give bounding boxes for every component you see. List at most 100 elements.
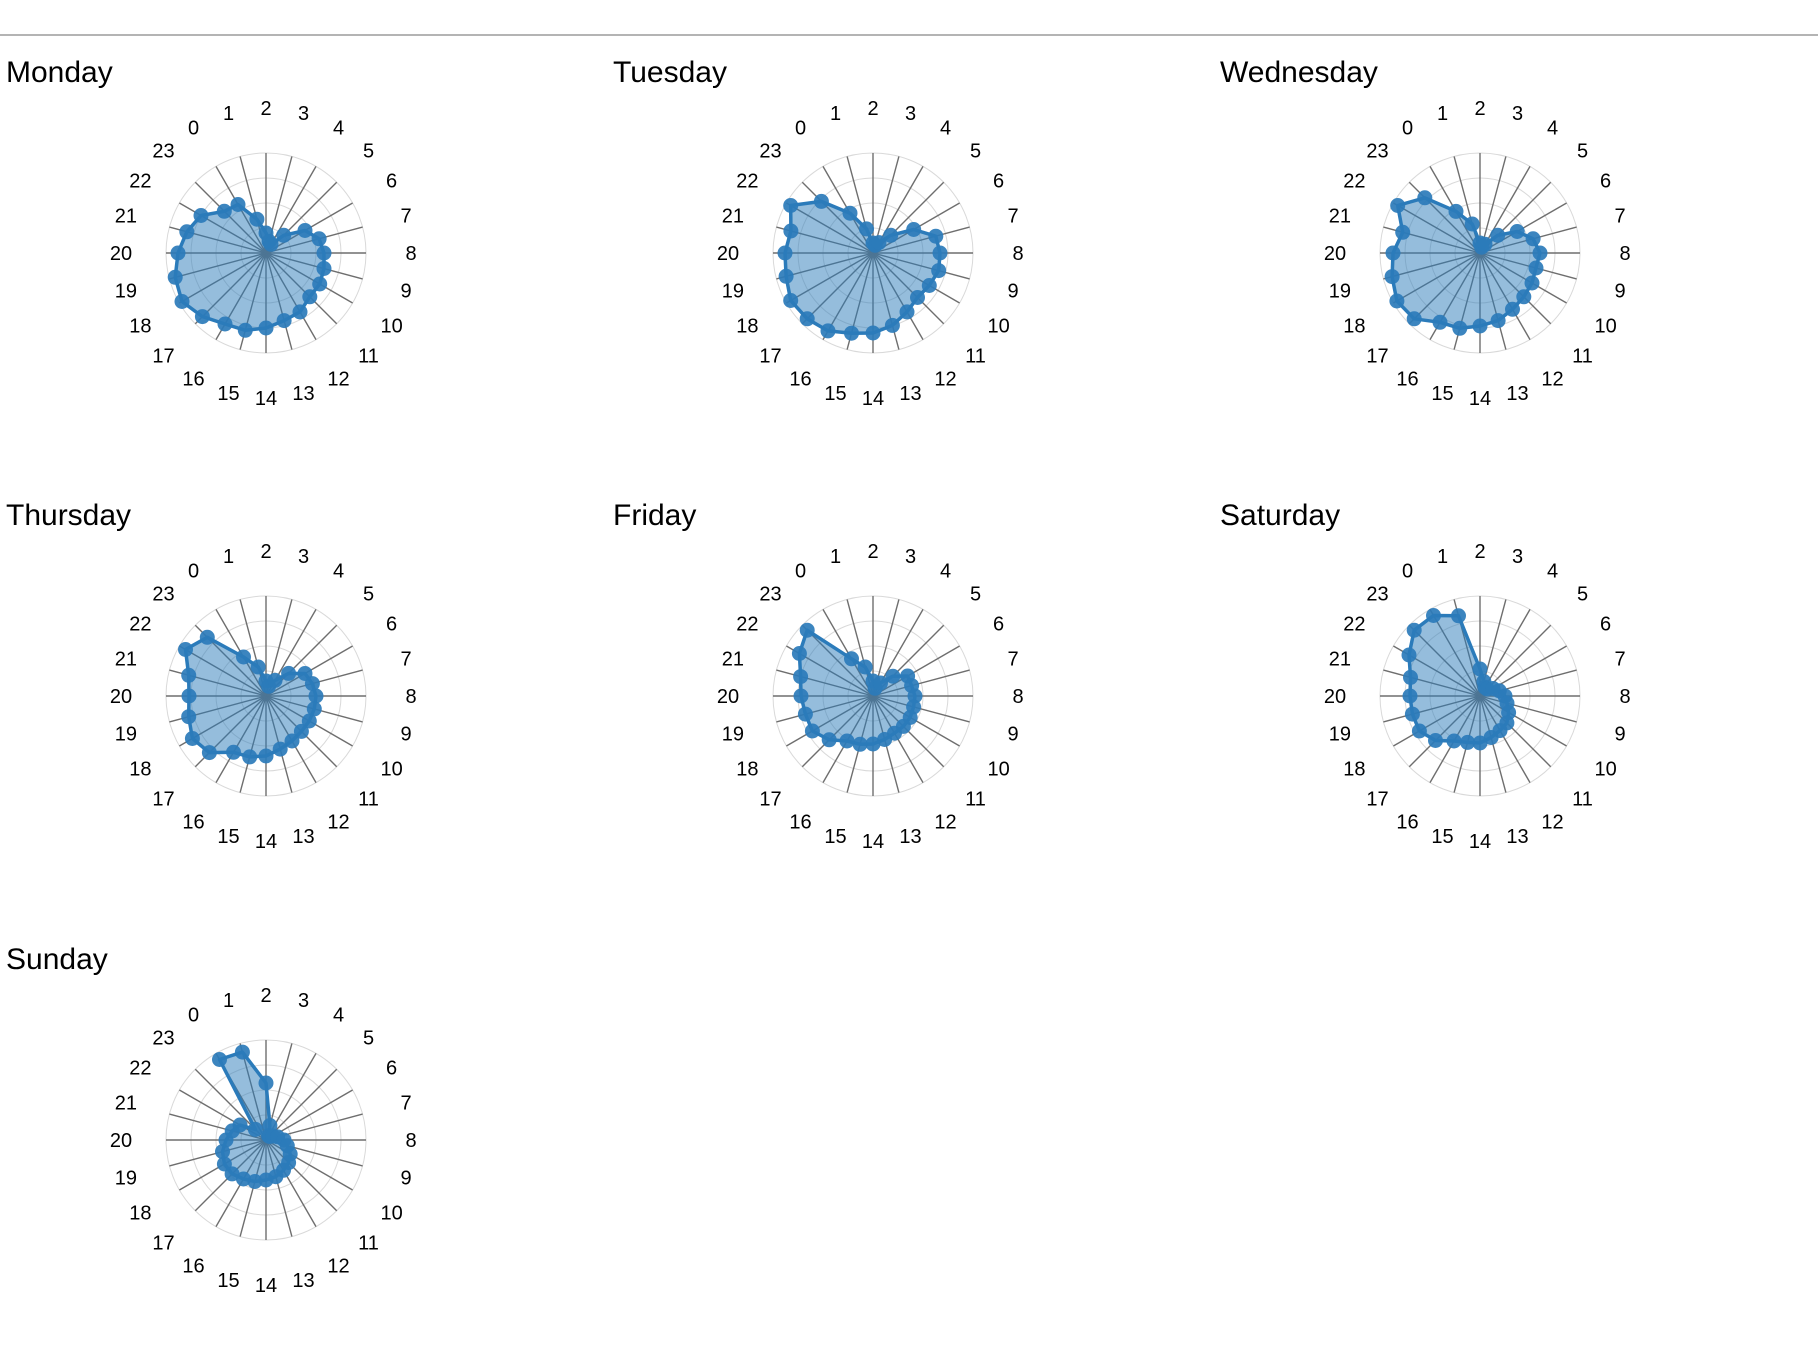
- data-point: [883, 227, 899, 243]
- data-point: [844, 651, 859, 667]
- data-point: [906, 222, 922, 237]
- hour-label: 11: [358, 1233, 379, 1255]
- data-point: [281, 665, 297, 681]
- hour-label: 17: [152, 1233, 174, 1255]
- hour-label: 15: [824, 383, 846, 405]
- hour-label: 16: [789, 369, 811, 391]
- data-point: [783, 198, 799, 213]
- hour-label: 5: [1577, 584, 1588, 606]
- data-point: [234, 1044, 250, 1060]
- data-point: [199, 629, 215, 645]
- hour-label: 9: [401, 1168, 412, 1190]
- hour-label: 1: [223, 990, 234, 1012]
- data-point: [267, 672, 283, 688]
- data-point: [839, 733, 855, 749]
- hour-label: 18: [129, 316, 151, 338]
- data-point: [804, 723, 820, 739]
- data-point: [1402, 688, 1418, 704]
- hour-label: 9: [1008, 281, 1019, 303]
- hour-label: 3: [905, 546, 916, 568]
- data-point: [899, 304, 915, 320]
- data-point: [1426, 608, 1441, 623]
- data-point: [258, 1075, 274, 1091]
- hour-label: 8: [405, 1130, 416, 1152]
- hour-label: 13: [292, 383, 314, 405]
- radar-chart-sunday: 01 2 34567891011121314151617181920212223: [110, 985, 417, 1297]
- hour-label: 5: [970, 584, 981, 606]
- panel-tuesday: Tuesday 0 1 2 3 4 5 6 7 8 9 10 11 12 13 14 15 16 17 18 19 20…: [607, 0, 1207, 420]
- hour-label: 2: [1474, 541, 1485, 563]
- hour-label: 20: [110, 1130, 132, 1152]
- hour-label: 8: [1012, 686, 1023, 708]
- hour-label: 14: [255, 388, 277, 410]
- hour-label: 14: [862, 831, 884, 853]
- hour-label: 12: [327, 812, 349, 834]
- data-point: [783, 223, 799, 239]
- panel-sunday: Sunday 0 1 2 3 4 5 6 7 8 9 10 11 12 13 14 15 16 17 18 19 20 2…: [0, 887, 600, 1307]
- data-point: [181, 709, 197, 725]
- hour-label: 1: [223, 546, 234, 568]
- data-point: [859, 221, 874, 237]
- panel-friday: Friday 0 1 2 3 4 5 6 7 8 9 10 11 12 13 14 15 16 17 18 19 20 2…: [607, 443, 1207, 863]
- data-point: [316, 245, 332, 261]
- hour-label: 6: [1600, 171, 1611, 193]
- hour-label: 1: [830, 546, 841, 568]
- data-point: [842, 205, 858, 221]
- data-point: [236, 649, 251, 665]
- hour-label: 8: [405, 243, 416, 265]
- panel-thursday: Thursday 0 1 2 3 4 5 6 7 8 9 10 11 12 13 14 15 16 17 18 19 2…: [0, 443, 600, 863]
- data-point: [1460, 734, 1476, 750]
- hour-label: 21: [115, 206, 137, 228]
- hour-label: 2: [260, 541, 271, 563]
- data-point: [799, 311, 815, 327]
- data-point: [1451, 608, 1466, 624]
- hour-label: 16: [789, 812, 811, 834]
- data-point: [212, 1052, 227, 1067]
- panel-saturday: Saturday 0 1 2 3 4 5 6 7 8 9 10 11 12 13 14 15 16 17 18 19 2…: [1214, 443, 1814, 863]
- hour-label: 20: [110, 686, 132, 708]
- data-point: [272, 741, 288, 757]
- hour-label: 8: [405, 686, 416, 708]
- data-point: [1428, 733, 1443, 748]
- data-point: [791, 646, 807, 661]
- hour-label: 23: [1366, 584, 1388, 606]
- hour-label: 17: [759, 789, 781, 811]
- data-point: [821, 732, 837, 748]
- hour-label: 6: [386, 1058, 397, 1080]
- hour-label: 3: [298, 103, 309, 125]
- hour-label: 5: [363, 1028, 374, 1050]
- hour-label: 11: [965, 346, 986, 368]
- hour-label: 1: [223, 103, 234, 125]
- data-point: [1417, 190, 1433, 206]
- hour-label: 4: [1547, 560, 1558, 582]
- hour-label: 5: [1577, 141, 1588, 163]
- hour-label: 22: [129, 614, 151, 636]
- data-point: [170, 245, 186, 261]
- hour-label: 7: [401, 1093, 412, 1115]
- panel-wednesday: Wednesday 0 1 2 3 4 5 6 7 8 9 10 11 12 13 14 15 16 17 18 19…: [1214, 0, 1814, 420]
- hour-label: 10: [380, 316, 402, 338]
- hour-label: 7: [1008, 649, 1019, 671]
- hour-label: 0: [188, 117, 199, 139]
- hour-label: 23: [152, 584, 174, 606]
- data-point: [216, 203, 232, 219]
- radar-chart-saturday: 01 2 34567891011121314151617181920212223: [1324, 541, 1631, 853]
- data-point: [1516, 289, 1532, 305]
- hour-label: 22: [129, 171, 151, 193]
- hour-label: 21: [1329, 649, 1351, 671]
- hour-label: 0: [1402, 560, 1413, 582]
- hour-label: 6: [1600, 614, 1611, 636]
- hour-label: 19: [115, 1168, 137, 1190]
- hour-label: 22: [736, 614, 758, 636]
- hour-label: 4: [333, 560, 344, 582]
- data-point: [184, 731, 200, 746]
- data-point: [237, 322, 253, 338]
- data-point: [1505, 301, 1520, 317]
- hour-label: 19: [1329, 724, 1351, 746]
- hour-label: 1: [830, 103, 841, 125]
- hour-label: 3: [298, 546, 309, 568]
- data-point: [181, 667, 197, 683]
- hour-label: 10: [380, 1203, 402, 1225]
- data-point: [292, 304, 308, 320]
- hour-label: 11: [1572, 789, 1593, 811]
